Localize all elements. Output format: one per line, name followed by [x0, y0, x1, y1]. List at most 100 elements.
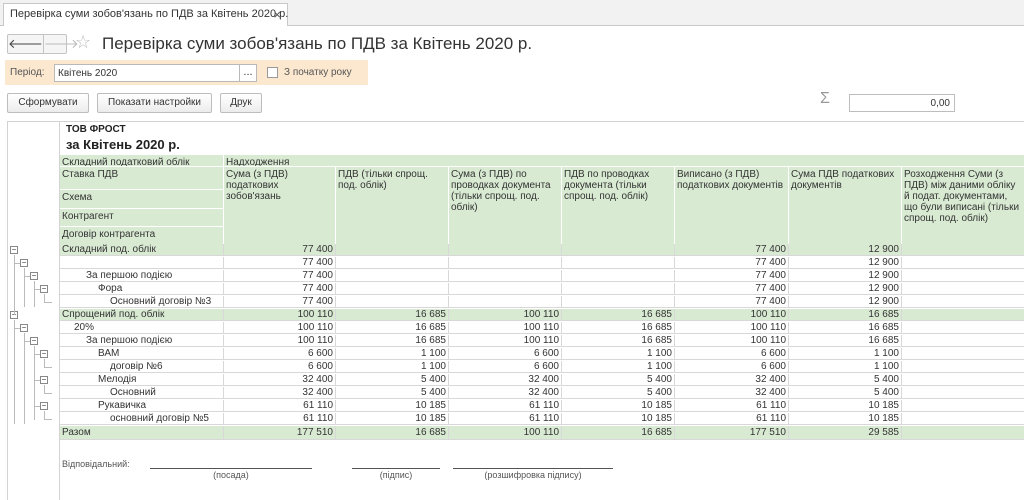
table-row: Рукавичка 61 110 10 185 61 110 10 185 61 110 1… [60, 400, 1024, 412]
tab-bar: Перевірка суми зобов'язань по ПДВ за Кві… [0, 0, 1024, 26]
tree-line [44, 411, 45, 419]
tree-line [34, 354, 40, 355]
collapse-toggle-icon[interactable]: − [40, 350, 48, 358]
row-value: 12 900 [789, 257, 902, 269]
row-value [336, 257, 449, 269]
row-value [902, 413, 1024, 425]
table-row: 20% 100 110 16 685 100 110 16 685 100 110 16 6… [60, 322, 1024, 334]
tree-line [34, 281, 35, 307]
report-sheet[interactable]: − − − − − − − − − − ТОВ ФРОСТ за Квітень 2020 р. … [7, 121, 1024, 500]
row-value: 100 110 [224, 335, 336, 347]
row-value [336, 296, 449, 308]
row-value: 10 185 [336, 413, 449, 425]
table-row: Основний 32 400 5 400 32 400 5 400 32 400 5 40… [60, 387, 1024, 399]
generate-button[interactable]: Сформувати [7, 93, 89, 113]
signature-caption: (підпис) [379, 470, 413, 480]
row-value: 100 110 [449, 335, 562, 347]
row-value: 1 100 [789, 348, 902, 360]
sigma-icon: Σ [820, 90, 830, 107]
table-row: Спрощений под. облік 100 110 16 685 100 110… [60, 309, 1024, 321]
collapse-toggle-icon[interactable]: − [40, 285, 48, 293]
responsible-label: Відповідальний: [62, 459, 130, 469]
row-value [562, 270, 675, 282]
row-value: 177 510 [224, 426, 336, 440]
row-value: 12 900 [789, 270, 902, 282]
row-value [449, 257, 562, 269]
signature-line [453, 468, 613, 469]
row-value [902, 244, 1024, 256]
row-value: 77 400 [224, 244, 336, 256]
row-value: 12 900 [789, 296, 902, 308]
row-value: 12 900 [789, 244, 902, 256]
row-value: 100 110 [449, 322, 562, 334]
tree-line [44, 385, 45, 393]
column-header: Сума (з ПДВ) податкових зобов'язань [224, 167, 336, 245]
column-header: ПДВ по проводках документа (тільки спрощ… [562, 167, 675, 245]
tree-line [34, 346, 35, 420]
row-value: 16 685 [336, 335, 449, 347]
from-year-start-checkbox[interactable] [267, 67, 278, 78]
print-button[interactable]: Друк [220, 93, 262, 113]
collapse-toggle-icon[interactable]: − [40, 402, 48, 410]
row-value: 1 100 [336, 361, 449, 373]
row-label: договір №6 [60, 361, 224, 373]
row-value: 10 185 [562, 400, 675, 412]
table-row: За першою подією 77 400 77 400 12 900 [60, 270, 1024, 282]
back-arrow-icon[interactable]: 🡐 [8, 35, 43, 53]
total-row: Разом 177 510 16 685 100 110 16 685 177 510 29… [60, 426, 1024, 440]
row-value: 77 400 [224, 257, 336, 269]
row-value: 5 400 [336, 374, 449, 386]
row-label: Спрощений под. облік [60, 309, 224, 321]
row-value: 100 110 [224, 322, 336, 334]
row-value: 1 100 [336, 348, 449, 360]
grouping-tree: − − − − − − − − − − [8, 122, 60, 500]
period-input[interactable]: Квітень 2020 [54, 64, 240, 82]
row-value: 32 400 [675, 387, 789, 399]
close-icon[interactable]: × [273, 7, 281, 22]
tree-line [44, 419, 52, 420]
row-value [562, 296, 675, 308]
row-label: Основний [60, 387, 224, 399]
row-value: 5 400 [336, 387, 449, 399]
forward-arrow-icon[interactable]: 🡒 [42, 35, 79, 53]
column-header: Сума (з ПДВ) по проводках документа (тіл… [449, 167, 562, 245]
collapse-toggle-icon[interactable]: − [40, 376, 48, 384]
tab-report[interactable]: Перевірка суми зобов'язань по ПДВ за Кві… [3, 3, 288, 26]
row-value: 61 110 [224, 400, 336, 412]
row-value: 10 185 [562, 413, 675, 425]
period-select-button[interactable]: ... [240, 64, 257, 82]
row-value: 100 110 [675, 335, 789, 347]
row-value: 100 110 [675, 322, 789, 334]
star-icon[interactable]: ☆ [75, 32, 91, 53]
collapse-toggle-icon[interactable]: − [30, 337, 38, 345]
row-value: 6 600 [675, 361, 789, 373]
row-value: 100 110 [449, 309, 562, 321]
row-value [902, 296, 1024, 308]
row-value: 16 685 [562, 426, 675, 440]
table-row: договір №6 6 600 1 100 6 600 1 100 6 600 1 100 [60, 361, 1024, 373]
collapse-toggle-icon[interactable]: − [30, 272, 38, 280]
collapse-toggle-icon[interactable]: − [20, 324, 28, 332]
row-value [336, 270, 449, 282]
header-cell-left: Контрагент [60, 209, 224, 227]
column-header: Сума ПДВ податкових документів [789, 167, 902, 245]
row-value [902, 257, 1024, 269]
row-value: 16 685 [562, 309, 675, 321]
company-name: ТОВ ФРОСТ [66, 124, 126, 135]
tree-line [34, 406, 40, 407]
row-value [336, 283, 449, 295]
row-value: 6 600 [675, 348, 789, 360]
row-value: 29 585 [789, 426, 902, 440]
row-value: 1 100 [789, 361, 902, 373]
collapse-toggle-icon[interactable]: − [10, 246, 18, 254]
collapse-toggle-icon[interactable]: − [20, 259, 28, 267]
row-value [449, 296, 562, 308]
row-label: Рукавичка [60, 400, 224, 412]
row-label [60, 257, 224, 269]
row-value: 6 600 [224, 361, 336, 373]
row-value: 6 600 [224, 348, 336, 360]
tree-line [34, 380, 40, 381]
row-value: 10 185 [336, 400, 449, 412]
show-settings-button[interactable]: Показати настройки [97, 93, 212, 113]
row-value: 61 110 [675, 400, 789, 412]
